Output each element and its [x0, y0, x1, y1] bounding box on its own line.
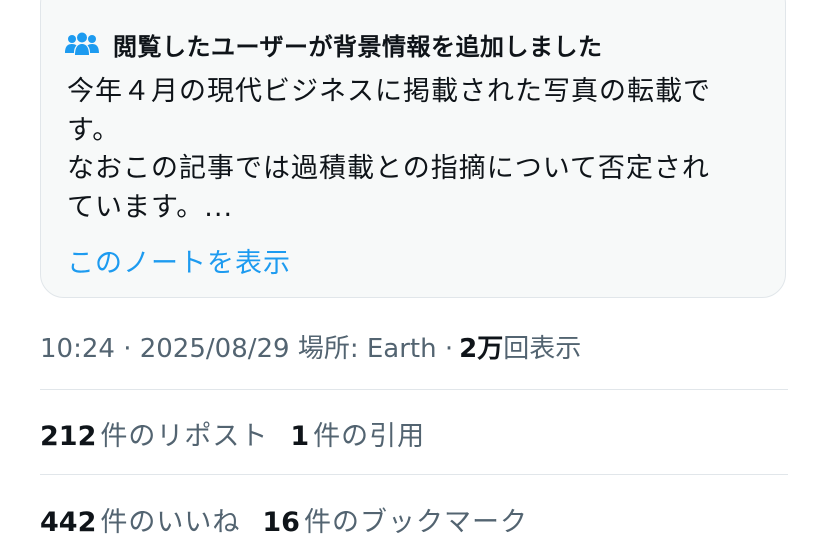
quotes-stat[interactable]: 1 件の引用 — [290, 414, 425, 453]
note-body: 今年４月の現代ビジネスに掲載された写真の転載で す。 なおこの記事では過積載との… — [67, 73, 767, 227]
divider — [40, 389, 788, 390]
likes-label: 件のいいね — [100, 507, 241, 538]
note-title: 閲覧したユーザーが背景情報を追加しました — [113, 32, 603, 61]
post-meta: 10:24 · 2025/08/29 場所: Earth · 2万 回表示 — [40, 328, 581, 365]
note-body-line: なおこの記事では過積載との指摘について否定され — [67, 153, 710, 184]
views-label: 回表示 — [503, 334, 582, 364]
show-note-link[interactable]: このノートを表示 — [67, 241, 291, 280]
note-body-line: 今年４月の現代ビジネスに掲載された写真の転載で — [67, 76, 711, 107]
bookmarks-label: 件のブックマーク — [303, 507, 528, 538]
likes-stat[interactable]: 442 件のいいね — [40, 500, 240, 539]
views-count: 2万 — [459, 334, 504, 364]
likes-count: 442 — [40, 507, 97, 538]
bookmarks-count: 16 — [262, 507, 300, 538]
post-timestamp-location[interactable]: 10:24 · 2025/08/29 場所: Earth · — [40, 328, 453, 365]
bookmarks-stat[interactable]: 16 件のブックマーク — [262, 500, 528, 539]
stats-row-reposts-quotes: 212 件のリポスト 1 件の引用 — [40, 414, 447, 453]
quotes-label: 件の引用 — [313, 421, 426, 452]
reposts-count: 212 — [40, 421, 97, 452]
quotes-count: 1 — [290, 421, 310, 452]
community-note-card: 閲覧したユーザーが背景情報を追加しました 今年４月の現代ビジネスに掲載された写真… — [40, 0, 786, 298]
note-header: 閲覧したユーザーが背景情報を追加しました — [65, 27, 603, 61]
reposts-label: 件のリポスト — [100, 421, 269, 452]
note-body-line: ています。... — [67, 191, 234, 223]
stats-row-likes-bookmarks: 442 件のいいね 16 件のブックマーク — [40, 500, 550, 539]
divider — [40, 474, 788, 475]
reposts-stat[interactable]: 212 件のリポスト — [40, 414, 268, 453]
note-body-line: す。 — [67, 114, 121, 146]
people-icon — [65, 31, 99, 57]
